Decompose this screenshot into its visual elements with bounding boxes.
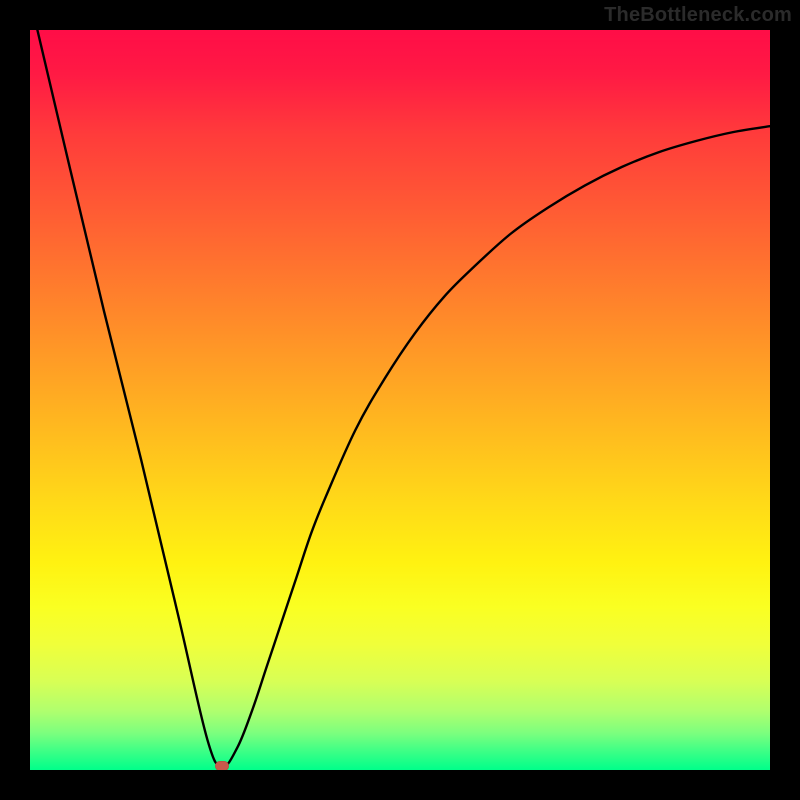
- curve-svg: [30, 30, 770, 770]
- plot-area: [30, 30, 770, 770]
- optimum-marker: [215, 761, 229, 770]
- attribution-text: TheBottleneck.com: [604, 4, 792, 27]
- bottleneck-curve-path: [37, 30, 770, 766]
- chart-frame: TheBottleneck.com: [0, 0, 800, 800]
